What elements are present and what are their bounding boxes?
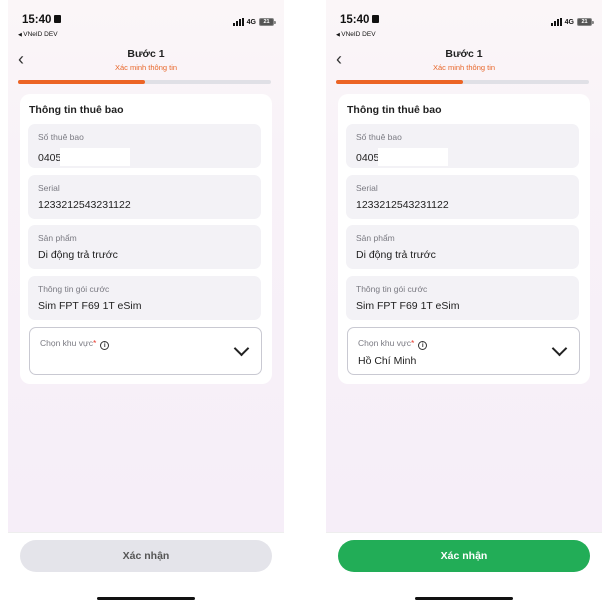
field-value: Sim FPT F69 1T eSim bbox=[356, 300, 460, 312]
home-indicator bbox=[415, 597, 513, 600]
phone-number-field: Số thuê bao 0405: bbox=[28, 124, 261, 168]
card-title: Thông tin thuê bao bbox=[29, 104, 124, 116]
required-mark: * bbox=[92, 338, 97, 348]
lock-screen-icon bbox=[54, 15, 62, 23]
field-label: Serial bbox=[38, 183, 60, 193]
page-title: Bước 1 bbox=[127, 48, 165, 60]
signal-icon bbox=[232, 18, 244, 26]
carrier-label: VNeID DEV bbox=[18, 31, 57, 38]
serial-field: Serial 1233212543231122 bbox=[28, 175, 261, 219]
lock-screen-icon bbox=[372, 15, 380, 23]
confirm-button[interactable]: Xác nhận bbox=[338, 540, 590, 572]
field-label: Sản phẩm bbox=[38, 233, 77, 243]
network-label: 4G bbox=[246, 18, 256, 26]
card-title: Thông tin thuê bao bbox=[347, 104, 442, 116]
confirm-button[interactable]: Xác nhận bbox=[20, 540, 272, 572]
package-field: Thông tin gói cước Sim FPT F69 1T eSim bbox=[346, 276, 579, 320]
battery-icon: 21 bbox=[577, 18, 594, 26]
field-label: Serial bbox=[356, 183, 378, 193]
serial-field: Serial 1233212543231122 bbox=[346, 175, 579, 219]
page-subtitle: Xác minh thông tin bbox=[432, 63, 496, 72]
region-label: Chọn khu vực bbox=[40, 338, 93, 348]
redaction-mask bbox=[60, 148, 131, 166]
bottom-action-bar: Xác nhận bbox=[326, 532, 602, 605]
subscriber-info-card: Thông tin thuê bao Số thuê bao 0405: Ser… bbox=[338, 94, 590, 384]
app-screen: 15:40 VNeID DEV 4G 21 ‹ Bước 1 Xác minh … bbox=[8, 0, 284, 532]
status-bar: 15:40 VNeID DEV 4G 21 bbox=[18, 14, 276, 42]
status-bar: 15:40 VNeID DEV 4G 21 bbox=[336, 14, 594, 42]
phone-number-field: Số thuê bao 0405: bbox=[346, 124, 579, 168]
page-header: ‹ Bước 1 Xác minh thông tin bbox=[326, 44, 602, 78]
field-label: Số thuê bao bbox=[38, 132, 84, 142]
page-title: Bước 1 bbox=[445, 48, 483, 60]
redaction-mask bbox=[378, 148, 449, 166]
field-value: 1233212543231122 bbox=[356, 199, 449, 211]
region-value: Hồ Chí Minh bbox=[358, 355, 417, 367]
field-value: 1233212543231122 bbox=[38, 199, 131, 211]
home-indicator bbox=[97, 597, 195, 600]
network-label: 4G bbox=[564, 18, 574, 26]
battery-icon: 21 bbox=[259, 18, 276, 26]
status-time: 15:40 bbox=[22, 14, 52, 26]
phone-screen-before: 15:40 VNeID DEV 4G 21 ‹ Bước 1 Xác minh … bbox=[8, 0, 284, 605]
product-field: Sản phẩm Di động trả trước bbox=[346, 225, 579, 269]
signal-icon bbox=[550, 18, 562, 26]
step-progress-bar bbox=[336, 80, 589, 84]
bottom-action-bar: Xác nhận bbox=[8, 532, 284, 605]
status-time: 15:40 bbox=[340, 14, 370, 26]
package-field: Thông tin gói cước Sim FPT F69 1T eSim bbox=[28, 276, 261, 320]
page-subtitle: Xác minh thông tin bbox=[114, 63, 178, 72]
carrier-label: VNeID DEV bbox=[336, 31, 375, 38]
field-label: Số thuê bao bbox=[356, 132, 402, 142]
field-value: Di động trả trước bbox=[356, 249, 436, 261]
info-icon[interactable]: i bbox=[418, 341, 428, 350]
chevron-down-icon[interactable] bbox=[551, 340, 568, 357]
region-select[interactable]: Chọn khu vực* i bbox=[29, 327, 262, 375]
chevron-down-icon[interactable] bbox=[233, 340, 250, 357]
field-value: Sim FPT F69 1T eSim bbox=[38, 300, 142, 312]
step-progress-bar bbox=[18, 80, 271, 84]
product-field: Sản phẩm Di động trả trước bbox=[28, 225, 261, 269]
step-progress-fill bbox=[18, 80, 145, 84]
field-label: Sản phẩm bbox=[356, 233, 395, 243]
step-progress-fill bbox=[336, 80, 463, 84]
phone-screen-after: 15:40 VNeID DEV 4G 21 ‹ Bước 1 Xác minh … bbox=[326, 0, 602, 605]
info-icon[interactable]: i bbox=[100, 341, 110, 350]
page-header: ‹ Bước 1 Xác minh thông tin bbox=[8, 44, 284, 78]
required-mark: * bbox=[410, 338, 415, 348]
field-label: Thông tin gói cước bbox=[356, 284, 428, 294]
app-screen: 15:40 VNeID DEV 4G 21 ‹ Bước 1 Xác minh … bbox=[326, 0, 602, 532]
field-label: Thông tin gói cước bbox=[38, 284, 110, 294]
subscriber-info-card: Thông tin thuê bao Số thuê bao 0405: Ser… bbox=[20, 94, 272, 384]
field-value: Di động trả trước bbox=[38, 249, 118, 261]
region-label: Chọn khu vực bbox=[358, 338, 411, 348]
region-select[interactable]: Chọn khu vực* i Hồ Chí Minh bbox=[347, 327, 580, 375]
